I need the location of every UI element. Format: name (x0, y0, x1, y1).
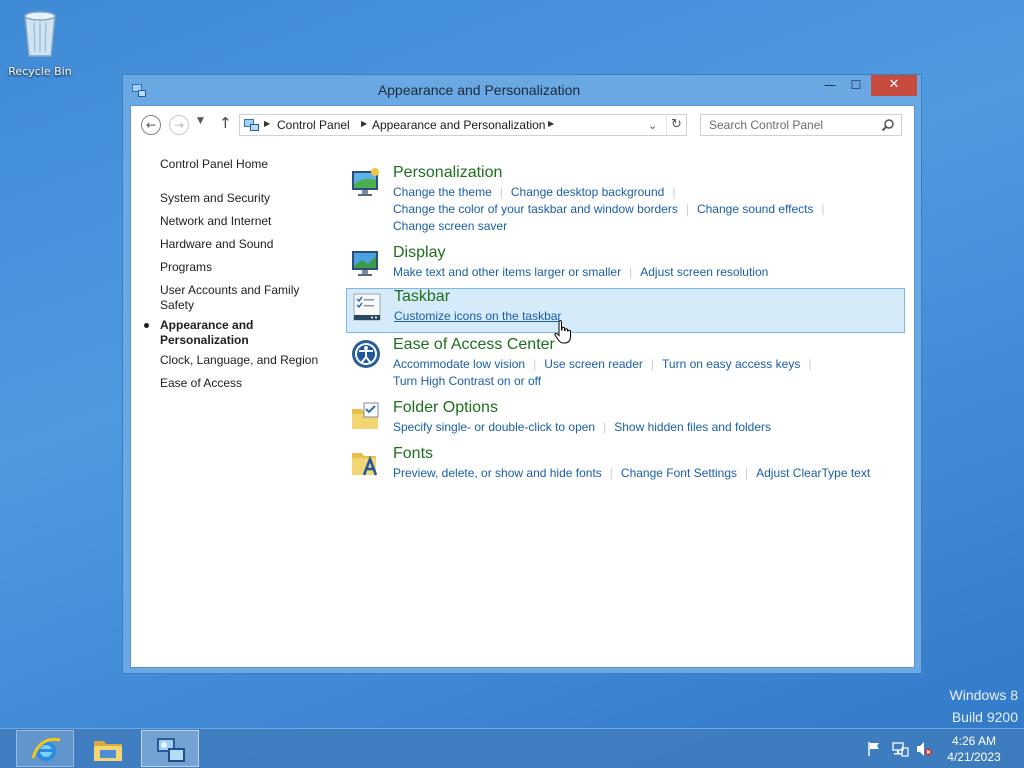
nav-network-and-internet[interactable]: Network and Internet (160, 214, 335, 229)
clock-date: 4/21/2023 (947, 750, 1001, 764)
title-bar[interactable]: Appearance and Personalization — ☐ ✕ (123, 75, 921, 105)
watermark-edition: Windows 8 (949, 687, 1018, 703)
category-taskbar[interactable]: Taskbar Customize icons on the taskbar (346, 288, 905, 333)
category-links: Preview, delete, or show and hide fonts |… (393, 466, 871, 480)
category-links: Accommodate low vision | Use screen reader… (393, 357, 812, 388)
system-clock[interactable]: 4:26 AM 4/21/2023 (936, 733, 1012, 765)
recycle-bin-desktop-icon[interactable]: Recycle Bin (6, 6, 74, 78)
link-adjust-cleartype[interactable]: Adjust ClearType text (756, 466, 870, 480)
search-box[interactable]: Search Control Panel (700, 114, 902, 136)
back-button[interactable]: ← (141, 115, 161, 135)
address-dropdown-button[interactable]: ⌄ (648, 119, 657, 132)
breadcrumb-separator[interactable]: ▶ (548, 119, 554, 128)
search-icon[interactable] (881, 118, 895, 132)
category-display: Display Make text and other items larger… (346, 244, 906, 284)
nav-hardware-and-sound[interactable]: Hardware and Sound (160, 237, 335, 252)
category-title[interactable]: Taskbar (394, 288, 450, 306)
display-icon[interactable] (350, 246, 382, 278)
link-use-screen-reader[interactable]: Use screen reader (544, 357, 643, 371)
volume-muted-icon[interactable] (915, 739, 933, 759)
windows-watermark: Windows 8 Build 9200 (950, 684, 1018, 728)
link-preview-fonts[interactable]: Preview, delete, or show and hide fonts (393, 466, 602, 480)
ease-of-access-icon[interactable] (350, 338, 382, 370)
category-ease-of-access: Ease of Access Center Accommodate low vi… (346, 336, 906, 392)
category-personalization: Personalization Change the theme | Change … (346, 164, 906, 236)
link-make-text-larger[interactable]: Make text and other items larger or smal… (393, 265, 621, 279)
window-content: ← → ▼ ↑ ▶ Control Panel ▶ Appearance and… (130, 105, 915, 668)
recycle-bin-label: Recycle Bin (8, 65, 72, 78)
link-change-taskbar-color[interactable]: Change the color of your taskbar and win… (393, 202, 678, 216)
nav-system-and-security[interactable]: System and Security (160, 191, 335, 206)
category-folder-options: Folder Options Specify single- or double… (346, 399, 906, 439)
internet-explorer-icon (31, 737, 61, 761)
network-icon[interactable] (891, 739, 909, 759)
category-title[interactable]: Ease of Access Center (393, 336, 555, 354)
taskbar-control-panel[interactable] (141, 730, 199, 767)
link-customize-taskbar-icons[interactable]: Customize icons on the taskbar (394, 309, 561, 323)
category-links: Make text and other items larger or smal… (393, 265, 769, 279)
up-button[interactable]: ↑ (219, 114, 232, 132)
taskbar-icon[interactable] (351, 291, 383, 323)
control-panel-home-link[interactable]: Control Panel Home (160, 157, 335, 172)
nav-appearance-current: Appearance and Personalization (144, 318, 290, 348)
link-easy-access-keys[interactable]: Turn on easy access keys (662, 357, 800, 371)
address-bar[interactable]: ▶ Control Panel ▶ Appearance and Persona… (239, 114, 687, 136)
folder-options-icon[interactable] (350, 401, 382, 433)
category-links: Change the theme | Change desktop backgrou… (393, 185, 825, 233)
nav-clock-language-region[interactable]: Clock, Language, and Region (160, 353, 335, 368)
taskbar: 4:26 AM 4/21/2023 (0, 728, 1024, 768)
breadcrumb-separator[interactable]: ▶ (264, 119, 270, 128)
breadcrumb-control-panel[interactable]: Control Panel (277, 118, 350, 132)
forward-button[interactable]: → (169, 115, 189, 135)
link-change-sound-effects[interactable]: Change sound effects (697, 202, 814, 216)
window-title: Appearance and Personalization (377, 82, 581, 98)
control-panel-icon (244, 119, 259, 131)
control-panel-taskbar-icon (157, 738, 185, 762)
category-title[interactable]: Fonts (393, 445, 433, 463)
close-button[interactable]: ✕ (871, 75, 917, 96)
file-explorer-icon (94, 741, 122, 761)
link-single-double-click[interactable]: Specify single- or double-click to open (393, 420, 595, 434)
link-accommodate-low-vision[interactable]: Accommodate low vision (393, 357, 525, 371)
control-panel-window: Appearance and Personalization — ☐ ✕ ← →… (122, 74, 922, 674)
recycle-bin-icon (24, 11, 56, 57)
fonts-icon[interactable] (350, 447, 382, 479)
link-change-screen-saver[interactable]: Change screen saver (393, 219, 507, 233)
nav-programs[interactable]: Programs (160, 260, 335, 275)
watermark-build: Build 9200 (951, 709, 1018, 725)
breadcrumb-separator[interactable]: ▶ (361, 119, 367, 128)
minimize-button[interactable]: — (817, 75, 843, 96)
category-title[interactable]: Personalization (393, 164, 502, 182)
clock-time: 4:26 AM (951, 734, 997, 748)
nav-ease-of-access[interactable]: Ease of Access (160, 376, 335, 391)
link-high-contrast[interactable]: Turn High Contrast on or off (393, 374, 541, 388)
link-change-theme[interactable]: Change the theme (393, 185, 492, 199)
category-links: Customize icons on the taskbar (394, 308, 894, 325)
breadcrumb-appearance[interactable]: Appearance and Personalization (372, 118, 545, 132)
taskbar-internet-explorer[interactable] (16, 730, 74, 767)
search-input[interactable]: Search Control Panel (709, 118, 823, 132)
link-change-desktop-background[interactable]: Change desktop background (511, 185, 664, 199)
maximize-button[interactable]: ☐ (843, 75, 869, 96)
link-show-hidden-files[interactable]: Show hidden files and folders (614, 420, 771, 434)
nav-user-accounts[interactable]: User Accounts and Family Safety (160, 283, 310, 313)
link-adjust-screen-resolution[interactable]: Adjust screen resolution (640, 265, 768, 279)
category-links: Specify single- or double-click to open |… (393, 420, 772, 434)
link-change-font-settings[interactable]: Change Font Settings (621, 466, 737, 480)
hand-cursor-icon (554, 320, 571, 344)
action-center-flag-icon[interactable] (866, 739, 882, 759)
nav-appearance-label: Appearance and Personalization (160, 318, 254, 347)
current-item-bullet (144, 323, 149, 328)
recent-locations-button[interactable]: ▼ (197, 116, 204, 126)
category-title[interactable]: Display (393, 244, 445, 262)
personalization-icon[interactable] (350, 166, 382, 198)
category-fonts: Fonts Preview, delete, or show and hide … (346, 445, 906, 485)
refresh-button[interactable]: ↻ (666, 115, 686, 135)
taskbar-file-explorer[interactable] (79, 730, 137, 767)
category-title[interactable]: Folder Options (393, 399, 498, 417)
